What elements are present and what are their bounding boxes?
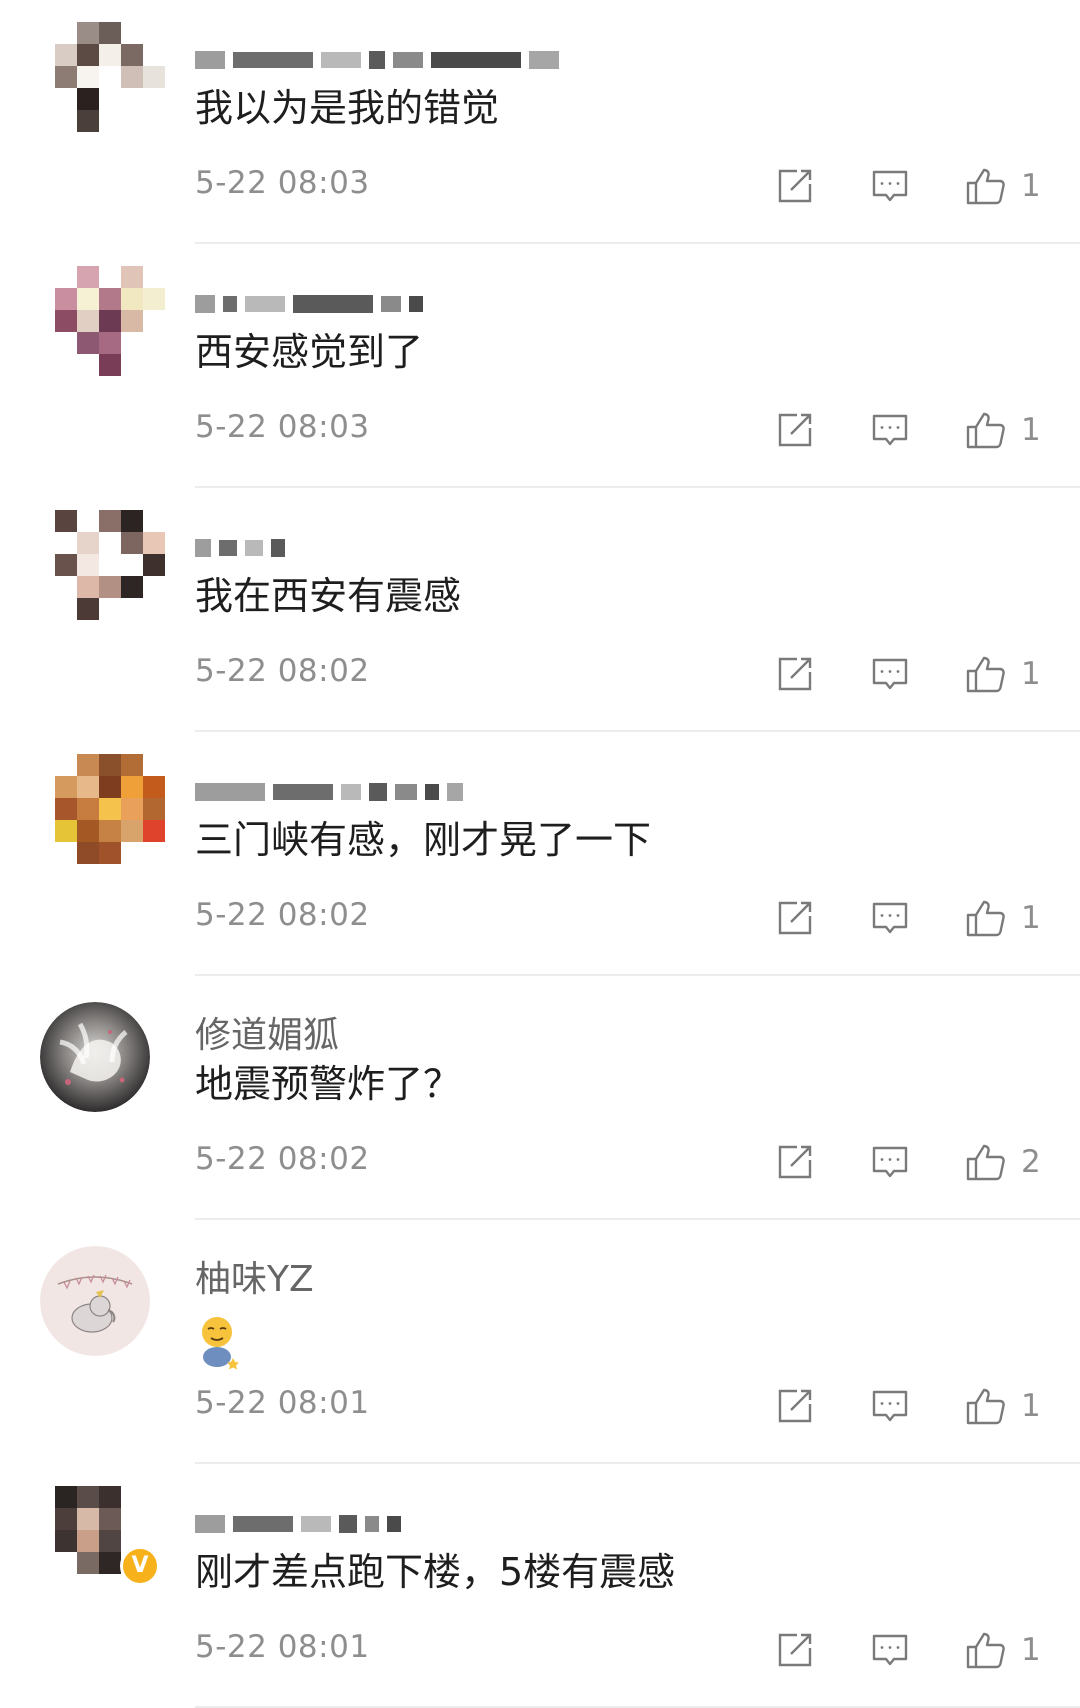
comment-icon [870, 410, 910, 450]
reply-button[interactable] [870, 895, 910, 941]
comment-icon [870, 1630, 910, 1670]
thumbs-up-icon [965, 1385, 1007, 1427]
comment-text: 我在西安有震感 [195, 574, 462, 618]
like-button[interactable]: 1 [965, 1383, 1041, 1429]
avatar[interactable] [55, 22, 165, 132]
comment-text: 西安感觉到了 [195, 330, 424, 374]
reply-button[interactable] [870, 163, 910, 209]
avatar[interactable] [40, 1246, 150, 1356]
share-button[interactable] [775, 1139, 815, 1185]
share-button[interactable] [775, 1627, 815, 1673]
share-icon [775, 654, 815, 694]
comment-actions: 1 [775, 895, 1055, 941]
comment-item[interactable]: 我在西安有震感 5-22 08:02 1 [0, 488, 1080, 732]
share-button[interactable] [775, 895, 815, 941]
avatar[interactable] [55, 510, 165, 620]
reply-button[interactable] [870, 1383, 910, 1429]
comment-list: 我以为是我的错觉 5-22 08:03 1 西安感觉到了 5-22 08:03 1 我在西安… [0, 0, 1080, 1708]
avatar[interactable] [40, 1002, 150, 1112]
share-icon [775, 166, 815, 206]
thumbs-up-icon [965, 653, 1007, 695]
thumbs-up-icon [965, 165, 1007, 207]
comment-time: 5-22 08:03 [195, 409, 370, 445]
like-button[interactable]: 1 [965, 1627, 1041, 1673]
share-icon [775, 1386, 815, 1426]
comment-actions: 1 [775, 1627, 1055, 1673]
username[interactable]: 柚味YZ [195, 1260, 314, 1300]
thumbs-up-icon [965, 1629, 1007, 1671]
comment-actions: 2 [775, 1139, 1055, 1185]
comment-icon [870, 1142, 910, 1182]
like-count: 1 [1021, 656, 1041, 692]
comment-text: 三门峡有感，刚才晃了一下 [195, 818, 652, 862]
share-icon [775, 898, 815, 938]
share-icon [775, 1142, 815, 1182]
avatar[interactable] [55, 266, 165, 376]
username-redacted[interactable] [195, 284, 423, 324]
like-button[interactable]: 1 [965, 163, 1041, 209]
comment-actions: 1 [775, 651, 1055, 697]
comment-text: 地震预警炸了？ [195, 1062, 462, 1106]
share-button[interactable] [775, 163, 815, 209]
comment-item[interactable]: 我以为是我的错觉 5-22 08:03 1 [0, 0, 1080, 244]
share-icon [775, 410, 815, 450]
like-button[interactable]: 1 [965, 895, 1041, 941]
comment-time: 5-22 08:02 [195, 1141, 370, 1177]
username-redacted[interactable] [195, 772, 463, 812]
comment-icon [870, 1386, 910, 1426]
comment-item[interactable]: 修道媚狐地震预警炸了？ 5-22 08:02 2 [0, 976, 1080, 1220]
username-redacted[interactable] [195, 1504, 401, 1544]
comment-actions: 1 [775, 163, 1055, 209]
avatar[interactable] [55, 754, 165, 864]
comment-item[interactable]: 西安感觉到了 5-22 08:03 1 [0, 244, 1080, 488]
comment-item[interactable]: 三门峡有感，刚才晃了一下 5-22 08:02 1 [0, 732, 1080, 976]
comment-actions: 1 [775, 407, 1055, 453]
comment-text [195, 1314, 245, 1381]
verified-badge-icon: V [120, 1546, 160, 1586]
comment-item[interactable]: 柚味YZ 5-22 08:01 1 [0, 1220, 1080, 1464]
share-button[interactable] [775, 407, 815, 453]
share-button[interactable] [775, 651, 815, 697]
comment-icon [870, 898, 910, 938]
share-button[interactable] [775, 1383, 815, 1429]
like-count: 1 [1021, 1388, 1041, 1424]
like-count: 1 [1021, 412, 1041, 448]
like-button[interactable]: 1 [965, 651, 1041, 697]
reply-button[interactable] [870, 1139, 910, 1185]
thumbs-up-icon [965, 1141, 1007, 1183]
thumbs-up-icon [965, 897, 1007, 939]
like-button[interactable]: 2 [965, 1139, 1041, 1185]
comment-actions: 1 [775, 1383, 1055, 1429]
comment-icon [870, 654, 910, 694]
like-button[interactable]: 1 [965, 407, 1041, 453]
comment-icon [870, 166, 910, 206]
like-count: 1 [1021, 1632, 1041, 1668]
share-icon [775, 1630, 815, 1670]
comment-time: 5-22 08:01 [195, 1629, 370, 1665]
like-count: 1 [1021, 900, 1041, 936]
comment-time: 5-22 08:01 [195, 1385, 370, 1421]
like-count: 2 [1021, 1144, 1041, 1180]
reply-button[interactable] [870, 651, 910, 697]
like-count: 1 [1021, 168, 1041, 204]
comment-item[interactable]: V 刚才差点跑下楼，5楼有震感 5-22 08:01 1 [0, 1464, 1080, 1708]
username[interactable]: 修道媚狐 [195, 1016, 339, 1056]
comment-time: 5-22 08:03 [195, 165, 370, 201]
username-redacted[interactable] [195, 528, 285, 568]
thumbs-up-icon [965, 409, 1007, 451]
reply-button[interactable] [870, 1627, 910, 1673]
comment-text: 刚才差点跑下楼，5楼有震感 [195, 1550, 676, 1594]
username-redacted[interactable] [195, 40, 559, 80]
reply-button[interactable] [870, 407, 910, 453]
comment-text: 我以为是我的错觉 [195, 86, 500, 130]
emoji-icon [195, 1314, 245, 1370]
comment-time: 5-22 08:02 [195, 653, 370, 689]
comment-time: 5-22 08:02 [195, 897, 370, 933]
